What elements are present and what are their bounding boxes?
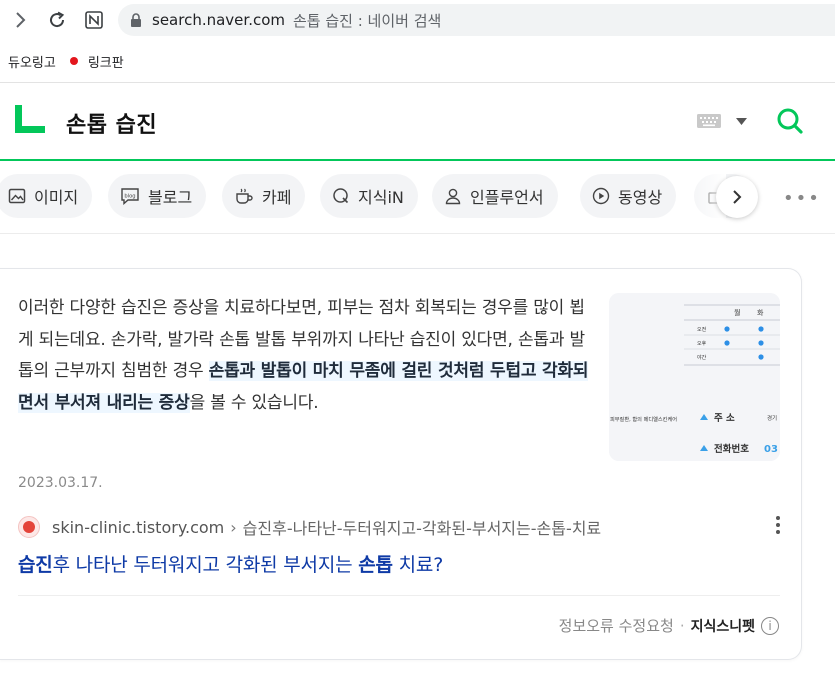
tab-label: 동영상 bbox=[618, 188, 663, 207]
thumb-row-am: 오전 bbox=[697, 326, 707, 333]
knowledge-q-icon bbox=[332, 187, 350, 205]
bookmark-label: 듀오링고 bbox=[8, 55, 56, 71]
blog-icon: blog bbox=[120, 187, 140, 205]
thumb-addr-value: 경기 bbox=[767, 414, 777, 422]
source-separator: › bbox=[230, 517, 237, 537]
title-part: 손톱 bbox=[358, 554, 393, 576]
thumb-phone-value: 03 bbox=[764, 444, 778, 455]
tabs-divider bbox=[0, 233, 835, 234]
thumb-row-night: 야간 bbox=[697, 354, 707, 361]
search-icon[interactable] bbox=[776, 107, 804, 135]
tab-label: 카페 bbox=[262, 188, 292, 207]
forward-button[interactable] bbox=[8, 8, 32, 32]
bookmarks-bar: 듀오링고 링크판 bbox=[0, 48, 130, 74]
url-page-title: 손톱 습진 : 네이버 검색 bbox=[293, 11, 442, 30]
image-icon bbox=[8, 187, 26, 205]
tab-video[interactable]: 동영상 bbox=[580, 174, 677, 218]
lock-icon bbox=[130, 12, 142, 28]
chevron-right-icon bbox=[16, 12, 26, 28]
red-dot-icon bbox=[69, 57, 78, 65]
source-path: 습진후-나타난-두터워지고-각화된-부서지는-손톱-치료 bbox=[242, 519, 602, 538]
result-thumbnail[interactable]: 월 화 오전 오후 야간 피부질환, 함의 메디엘스킨케어 주 소 경기 전화번… bbox=[609, 293, 780, 461]
reload-button[interactable] bbox=[45, 8, 69, 32]
tab-blog[interactable]: blog 블로그 bbox=[108, 174, 207, 218]
more-options-button[interactable] bbox=[776, 516, 780, 537]
snippet-tail: 을 볼 수 있습니다. bbox=[189, 392, 319, 413]
result-source[interactable]: skin-clinic.tistory.com › 습진후-나타난-두터워지고-… bbox=[18, 515, 778, 539]
result-date: 2023.03.17. bbox=[18, 475, 103, 491]
footer-dot: · bbox=[679, 616, 685, 635]
tab-label: 지식iN bbox=[358, 188, 404, 207]
bookmark-label: 링크판 bbox=[87, 55, 124, 71]
knowledge-snippet-label: 지식스니펫 bbox=[690, 618, 755, 635]
thumb-phone-label: 전화번호 bbox=[714, 443, 749, 455]
tab-knowledge-in[interactable]: 지식iN bbox=[320, 174, 418, 218]
svg-text:blog: blog bbox=[124, 193, 135, 199]
search-underline bbox=[0, 159, 835, 161]
tab-label: 이미지 bbox=[34, 188, 79, 207]
tabs-next-button[interactable] bbox=[716, 176, 758, 218]
report-error-link[interactable]: 정보오류 수정요청 bbox=[559, 615, 674, 636]
tistory-favicon-icon bbox=[18, 516, 40, 538]
search-header: 손톱 습진 bbox=[0, 83, 835, 160]
card-divider bbox=[18, 595, 780, 596]
title-part: 치료? bbox=[392, 554, 444, 576]
naver-logo-icon[interactable] bbox=[15, 105, 45, 133]
cafe-cup-icon bbox=[234, 187, 254, 205]
thumb-header-tue: 화 bbox=[757, 309, 764, 317]
card-footer: 정보오류 수정요청 · 지식스니펫 i bbox=[559, 615, 779, 636]
tab-influencer[interactable]: 인플루언서 bbox=[432, 174, 558, 218]
source-domain: skin-clinic.tistory.com bbox=[52, 517, 225, 537]
more-tabs-button[interactable]: ••• bbox=[783, 188, 821, 209]
naver-extension-button[interactable] bbox=[82, 8, 106, 32]
tab-cafe[interactable]: 카페 bbox=[222, 174, 306, 218]
reload-icon bbox=[50, 11, 65, 28]
person-icon bbox=[444, 187, 462, 205]
caret-down-icon[interactable] bbox=[736, 118, 747, 125]
thumb-addr-label: 주 소 bbox=[714, 413, 735, 424]
tab-label: 인플루언서 bbox=[470, 188, 544, 207]
bookmark-duolingo[interactable]: 듀오링고 bbox=[8, 52, 56, 71]
tab-image[interactable]: 이미지 bbox=[0, 174, 93, 218]
title-part: 습진 bbox=[18, 554, 53, 576]
keyboard-icon[interactable] bbox=[697, 114, 721, 128]
tab-label: 블로그 bbox=[148, 188, 193, 207]
thumb-header-mon: 월 bbox=[734, 308, 740, 317]
browser-toolbar: search.naver.com 손톱 습진 : 네이버 검색 bbox=[0, 0, 835, 40]
thumb-clinic-text: 피부질환, 함의 메디엘스킨케어 bbox=[610, 415, 677, 423]
thumb-row-pm: 오후 bbox=[697, 341, 707, 347]
naver-n-icon bbox=[85, 11, 103, 29]
search-query[interactable]: 손톱 습진 bbox=[66, 107, 157, 139]
title-part: 후 나타난 두터워지고 각화된 부서지는 bbox=[52, 554, 359, 576]
info-icon[interactable]: i bbox=[761, 616, 779, 635]
knowledge-snippet-card: 이러한 다양한 습진은 증상을 치료하다보면, 피부는 점차 회복되는 경우를 … bbox=[0, 268, 802, 660]
chevron-right-icon bbox=[733, 190, 742, 204]
play-circle-icon bbox=[592, 187, 610, 205]
bookmark-linkpan[interactable]: 링크판 bbox=[62, 52, 124, 71]
snippet-text: 이러한 다양한 습진은 증상을 치료하다보면, 피부는 점차 회복되는 경우를 … bbox=[18, 293, 596, 419]
url-domain: search.naver.com bbox=[152, 11, 285, 29]
result-title-link[interactable]: 습진후 나타난 두터워지고 각화된 부서지는 손톱 치료? bbox=[18, 550, 443, 577]
address-bar[interactable]: search.naver.com 손톱 습진 : 네이버 검색 bbox=[118, 4, 835, 36]
